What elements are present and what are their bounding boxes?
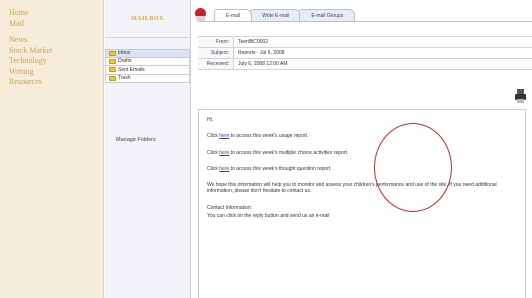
message-pane: E-mail Write E-mail E-mail Groups From: … <box>192 0 532 298</box>
mailbox-title: MAILBOX <box>131 15 164 22</box>
header-label: Subject: <box>198 48 234 58</box>
multiple-choice-report-link[interactable]: here <box>219 150 229 156</box>
header-value-from: TeenBiC0002 <box>238 39 269 45</box>
folder-icon <box>109 58 116 64</box>
line-suffix: to access this week's multiple choice ac… <box>229 149 349 156</box>
header-label: Received: <box>198 59 234 69</box>
line-suffix: to access this week's thought question r… <box>229 165 332 172</box>
header-row-received: Received: July 6, 2008 12:00 AM <box>198 59 532 70</box>
folder-icon <box>109 67 116 73</box>
header-row-subject: Subject: Reports - Jul 6, 2008 <box>198 48 532 59</box>
print-icon-paper <box>517 99 524 103</box>
tab-email[interactable]: E-mail <box>214 9 253 21</box>
nav-list: Home Mail News Stock Market Technology W… <box>0 8 103 88</box>
mailbox-panel: MAILBOX Inbox Drafts Sent Emails Trash M… <box>105 0 191 298</box>
folder-list: Inbox Drafts Sent Emails Trash <box>105 49 190 83</box>
thought-question-report-link[interactable]: here <box>219 166 229 172</box>
usage-report-link[interactable]: here <box>219 133 229 139</box>
nav-item-mail[interactable]: Mail <box>0 19 103 30</box>
info-paragraph: We hope this information will help you t… <box>207 182 497 195</box>
folder-trash[interactable]: Trash <box>105 74 190 83</box>
line-prefix: Click <box>207 149 220 156</box>
nav-item-writing[interactable]: Writing <box>0 67 103 78</box>
line-prefix: Click <box>207 133 220 140</box>
folder-icon <box>109 75 116 81</box>
nav-item-resources[interactable]: Resources <box>0 77 103 88</box>
message-line: Click here to access this week's usage r… <box>207 133 517 139</box>
greeting: Hi, <box>207 117 214 123</box>
folder-drafts[interactable]: Drafts <box>105 57 190 66</box>
nav-item-technology[interactable]: Technology <box>0 56 103 67</box>
manage-folders-link[interactable]: Manage Folders <box>116 137 156 143</box>
folder-label: Inbox <box>118 50 131 57</box>
mail-logo-icon <box>195 8 206 21</box>
contact-heading: Contact Information: <box>207 204 253 211</box>
message-line: Click here to access this week's multipl… <box>207 150 517 156</box>
folder-sent-emails[interactable]: Sent Emails <box>105 66 190 75</box>
header-value-received: July 6, 2008 12:00 AM <box>238 61 288 67</box>
folder-label: Sent Emails <box>118 66 145 73</box>
line-prefix: Click <box>207 165 220 172</box>
folder-inbox[interactable]: Inbox <box>105 49 190 58</box>
tab-divider <box>198 21 532 22</box>
contact-line: You can click on the reply button and se… <box>207 213 330 220</box>
tab-email-groups[interactable]: E-mail Groups <box>299 9 356 21</box>
header-label: From: <box>198 37 234 47</box>
message-header: From: TeenBiC0002 Subject: Reports - Jul… <box>198 36 532 70</box>
nav-item-news[interactable]: News <box>0 35 103 46</box>
left-navigation: Home Mail News Stock Market Technology W… <box>0 0 104 298</box>
print-icon[interactable] <box>515 89 526 103</box>
header-value-subject: Reports - Jul 6, 2008 <box>238 50 285 56</box>
folder-label: Drafts <box>118 58 132 65</box>
nav-item-home[interactable]: Home <box>0 8 103 19</box>
tab-write-email[interactable]: Write E-mail <box>250 9 302 21</box>
mailbox-header: MAILBOX <box>105 0 190 38</box>
nav-item-stock-market[interactable]: Stock Market <box>0 46 103 57</box>
mail-tabs: E-mail Write E-mail E-mail Groups <box>214 9 356 21</box>
header-row-from: From: TeenBiC0002 <box>198 37 532 48</box>
message-line: Click here to access this week's thought… <box>207 166 517 172</box>
message-body: Hi, Click here to access this week's usa… <box>198 109 526 298</box>
folder-label: Trash <box>118 75 131 82</box>
line-suffix: to access this week's usage report. <box>229 133 309 140</box>
folder-icon <box>109 50 116 56</box>
